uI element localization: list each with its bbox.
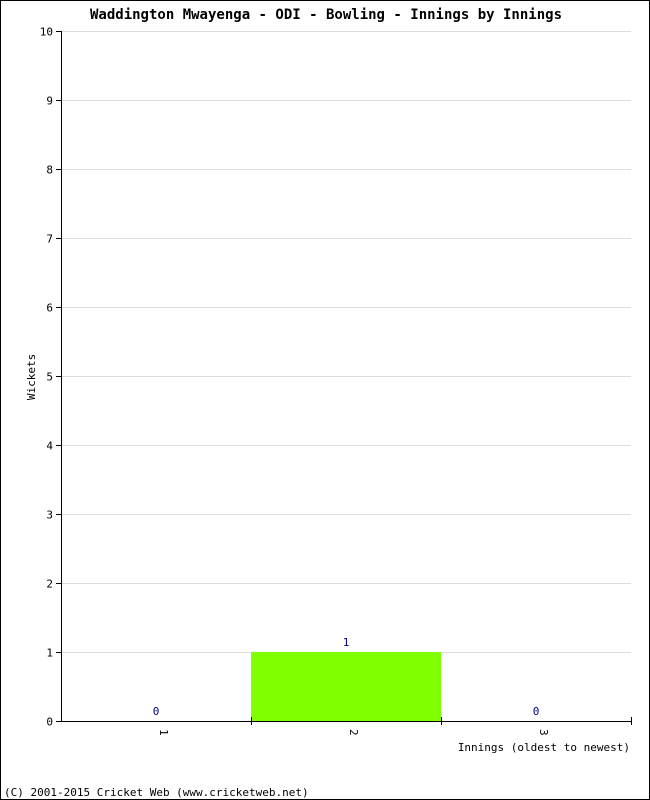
bar [251, 652, 441, 721]
grid-lines [61, 31, 631, 653]
y-tick-label: 10 [40, 26, 53, 39]
y-tick-label: 8 [46, 164, 53, 177]
y-tick-label: 6 [46, 302, 53, 315]
bar-chart: Waddington Mwayenga - ODI - Bowling - In… [4, 7, 632, 799]
axes: 0123456789101 2 3 [40, 26, 632, 736]
y-tick-label: 0 [46, 716, 53, 729]
data-label: 0 [533, 705, 540, 718]
data-label: 1 [343, 636, 350, 649]
copyright-footer: (C) 2001-2015 Cricket Web (www.cricketwe… [4, 786, 309, 799]
chart-frame: Waddington Mwayenga - ODI - Bowling - In… [0, 0, 650, 800]
x-tick-label: 3 [537, 729, 550, 736]
y-tick-label: 1 [46, 647, 53, 660]
bars: 0 1 0 [153, 636, 540, 721]
y-tick-label: 7 [46, 233, 53, 246]
chart-title: Waddington Mwayenga - ODI - Bowling - In… [90, 7, 562, 23]
y-tick-label: 4 [46, 440, 53, 453]
y-axis-label: Wickets [25, 354, 38, 400]
y-tick-label: 9 [46, 95, 53, 108]
data-label: 0 [153, 705, 160, 718]
y-tick-label: 3 [46, 509, 53, 522]
x-tick-label: 2 [347, 729, 360, 736]
y-tick-label: 2 [46, 578, 53, 591]
y-tick-label: 5 [46, 371, 53, 384]
x-axis-label: Innings (oldest to newest) [458, 741, 630, 754]
x-tick-label: 1 [157, 729, 170, 736]
